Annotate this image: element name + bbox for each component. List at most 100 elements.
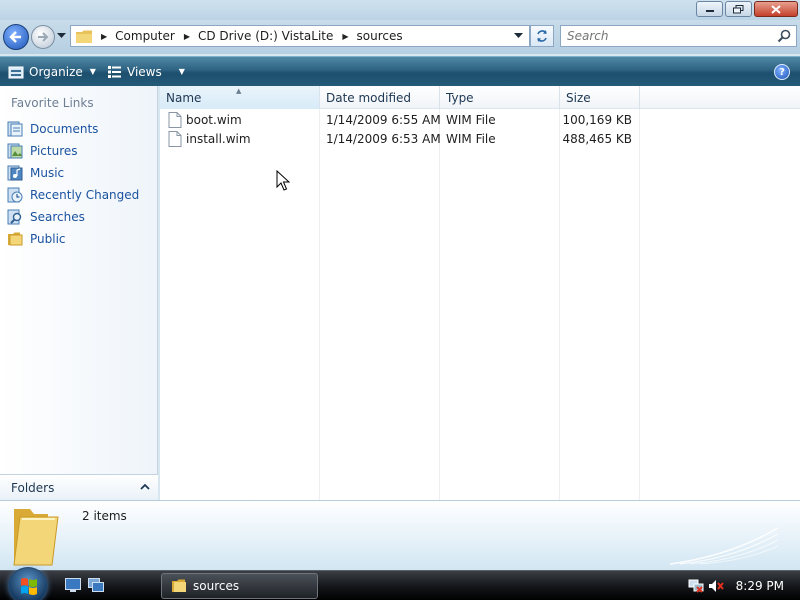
file-name-cell: boot.wim [168, 110, 242, 129]
network-disconnected-icon[interactable] [688, 578, 704, 594]
file-size: 488,465 KB [562, 131, 632, 146]
folders-toggle[interactable]: Folders [0, 474, 158, 500]
column-divider [559, 109, 560, 500]
back-button[interactable] [3, 24, 29, 50]
column-header-date-modified[interactable]: Date modified [320, 86, 440, 109]
details-pane: 2 items [0, 500, 800, 570]
column-header-type[interactable]: Type [440, 86, 560, 109]
search-box[interactable] [560, 25, 797, 47]
favorite-links-list: Documents Pictures Music Recently Change… [7, 118, 139, 250]
breadcrumb-separator-icon[interactable]: ▶ [184, 32, 190, 41]
nav-link-pictures[interactable]: Pictures [7, 140, 139, 162]
navigation-pane: Favorite Links Documents Pictures Music … [0, 86, 158, 500]
breadcrumb-separator-icon: ▶ [101, 31, 108, 41]
file-icon [168, 111, 182, 128]
nav-link-label: Searches [30, 210, 85, 224]
column-header-label: Type [446, 90, 474, 105]
clock[interactable]: 8:29 PM [736, 579, 784, 593]
restore-button[interactable] [725, 1, 752, 17]
start-button[interactable] [8, 567, 48, 600]
breadcrumb-cd-drive[interactable]: CD Drive (D:) VistaLite [198, 29, 333, 43]
item-count: 2 items [82, 509, 127, 523]
breadcrumb-sources[interactable]: sources [357, 29, 403, 43]
close-icon [771, 4, 781, 14]
help-icon: ? [779, 66, 785, 78]
forward-arrow-icon [38, 32, 49, 42]
nav-link-label: Documents [30, 122, 99, 136]
views-button[interactable]: Views ▼ [107, 57, 185, 86]
column-divider [439, 109, 440, 500]
search-icon[interactable] [777, 29, 791, 43]
searches-icon [7, 209, 22, 225]
address-dropdown-icon[interactable] [514, 33, 523, 39]
column-divider [319, 109, 320, 500]
taskbar-button-label: sources [193, 579, 240, 593]
column-header-name[interactable]: ▲ Name [160, 86, 320, 109]
organize-button[interactable]: Organize ▼ [8, 57, 96, 86]
music-icon [7, 165, 23, 181]
taskbar: sources 8:29 PM [0, 567, 800, 600]
file-date-modified: 1/14/2009 6:55 AM [326, 112, 441, 127]
help-button[interactable]: ? [774, 64, 790, 80]
close-button[interactable] [754, 1, 798, 17]
nav-link-music[interactable]: Music [7, 162, 139, 184]
nav-link-label: Recently Changed [30, 188, 140, 202]
organize-icon [8, 66, 24, 78]
file-type: WIM File [446, 131, 496, 146]
window-controls [696, 1, 798, 17]
refresh-button[interactable] [530, 25, 554, 47]
chevron-up-icon[interactable] [140, 482, 150, 490]
file-icon [168, 130, 182, 147]
folder-icon [8, 232, 23, 246]
recently-changed-icon [7, 187, 23, 203]
nav-link-searches[interactable]: Searches [7, 206, 139, 228]
forward-button[interactable] [31, 25, 55, 49]
nav-link-label: Pictures [30, 144, 78, 158]
column-header-label: Size [566, 90, 591, 105]
refresh-icon [537, 30, 547, 42]
column-header-label: Name [166, 90, 202, 105]
recent-pages-dropdown[interactable] [57, 33, 66, 39]
folder-icon [172, 579, 186, 592]
file-size: 100,169 KB [562, 112, 632, 127]
back-arrow-icon [9, 31, 21, 43]
file-name-cell: install.wim [168, 129, 251, 148]
windows-logo-icon [21, 578, 37, 595]
decorative-swoosh [670, 527, 779, 565]
chevron-down-icon: ▼ [178, 67, 185, 76]
breadcrumb-separator-icon[interactable]: ▶ [342, 32, 348, 41]
file-row-install-wim[interactable]: install.wim 1/14/2009 6:53 AM WIM File 4… [160, 129, 640, 148]
column-header-label: Date modified [326, 90, 412, 105]
switch-windows-icon[interactable] [88, 578, 104, 592]
address-bar[interactable]: ▶ Computer ▶ CD Drive (D:) VistaLite ▶ s… [70, 25, 530, 47]
documents-icon [7, 121, 23, 137]
folders-label: Folders [11, 480, 55, 495]
column-header-size[interactable]: Size [560, 86, 640, 109]
folder-icon [13, 509, 59, 566]
file-row-boot-wim[interactable]: boot.wim 1/14/2009 6:55 AM WIM File 100,… [160, 110, 640, 129]
favorite-links-heading: Favorite Links [11, 96, 94, 110]
pictures-icon [7, 143, 23, 159]
column-divider [639, 109, 640, 500]
show-desktop-icon[interactable] [65, 578, 81, 592]
file-type: WIM File [446, 112, 496, 127]
nav-link-recently-changed[interactable]: Recently Changed [7, 184, 139, 206]
breadcrumb-computer[interactable]: Computer [115, 29, 175, 43]
nav-link-public[interactable]: Public [7, 228, 139, 250]
nav-link-label: Music [30, 166, 65, 180]
file-list: ▲ Name Date modified Type Size boot.wim … [160, 86, 800, 500]
volume-muted-icon[interactable] [708, 578, 724, 594]
views-label: Views [127, 64, 162, 79]
organize-label: Organize [29, 64, 83, 79]
search-input[interactable] [561, 26, 761, 46]
nav-link-documents[interactable]: Documents [7, 118, 139, 140]
title-bar [0, 0, 800, 20]
minimize-button[interactable] [696, 1, 723, 17]
system-tray: 8:29 PM [688, 571, 800, 600]
taskbar-button-sources[interactable]: sources [161, 573, 318, 599]
command-toolbar: Organize ▼ Views ▼ ? [0, 56, 800, 86]
minimize-icon [705, 10, 714, 12]
folder-icon [76, 30, 92, 43]
views-icon [108, 65, 121, 78]
column-headers: ▲ Name Date modified Type Size [160, 86, 800, 109]
